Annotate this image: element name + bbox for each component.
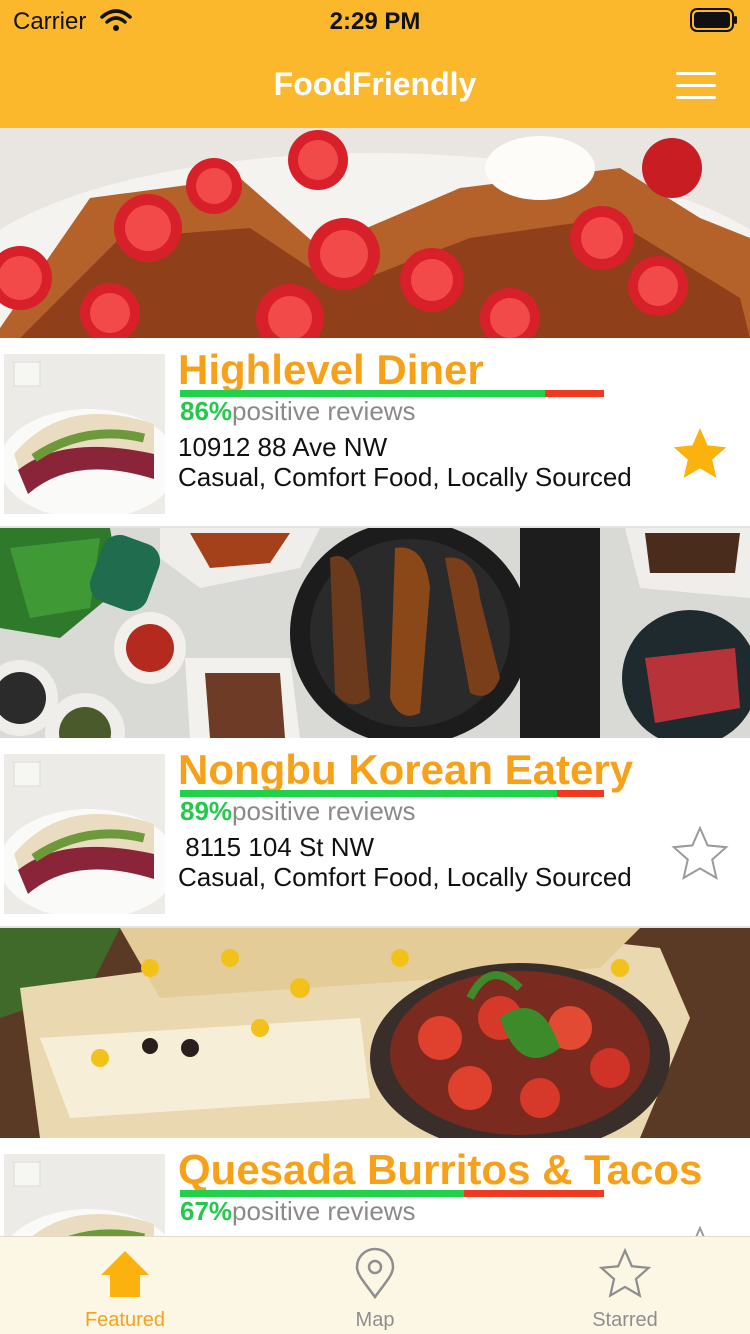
restaurant-tags: Casual, Comfort Food, Locally Sourced [178,462,632,492]
tab-label: Starred [592,1309,658,1331]
tab-starred[interactable]: Starred [500,1237,750,1334]
app-title: FoodFriendly [273,66,477,102]
restaurant-name: Highlevel Diner [178,346,484,393]
restaurant-info: Nongbu Korean Eatery 89%positive reviews… [0,738,750,928]
positive-reviews-label: positive reviews [232,796,416,826]
banner-image-korean-bbq [0,528,750,738]
tab-map[interactable]: Map [250,1237,500,1334]
status-time: 2:29 PM [329,8,421,35]
tab-label: Featured [84,1309,166,1331]
positive-percent: 67% [180,1196,233,1226]
battery-icon [690,8,737,32]
restaurant-tags: Casual, Comfort Food, Locally Sourced [178,862,632,892]
positive-reviews-label: positive reviews [232,1196,416,1226]
app-header: Carrier 2:29 PM FoodFriendly [0,0,750,128]
restaurant-name: Nongbu Korean Eatery [178,746,634,793]
restaurant-card[interactable]: Nongbu Korean Eatery 89%positive reviews… [0,528,750,928]
tab-label: Map [355,1309,395,1331]
map-pin-icon [355,1247,395,1300]
positive-reviews-label: positive reviews [232,396,416,426]
review-summary: 89%positive reviews [180,796,416,827]
review-summary: 86%positive reviews [180,396,416,427]
banner-image-quesadilla [0,928,750,1138]
restaurant-name: Quesada Burritos & Tacos [178,1146,703,1193]
restaurant-thumbnail [4,754,165,914]
hamburger-menu-icon[interactable] [676,70,720,100]
star-outline-icon [598,1247,652,1298]
banner-image-french-toast [0,128,750,338]
restaurant-address: 8115 104 St NW [178,832,375,862]
status-bar: Carrier 2:29 PM [0,0,750,42]
restaurant-info: Quesada Burritos & Tacos 67%positive rev… [0,1138,750,1236]
review-summary: 67%positive reviews [180,1196,416,1227]
restaurant-card[interactable]: Quesada Burritos & Tacos 67%positive rev… [0,928,750,1236]
positive-percent: 89% [180,796,233,826]
restaurant-feed[interactable]: Highlevel Diner 86%positive reviews 1091… [0,128,750,1236]
tab-featured[interactable]: Featured [0,1237,250,1334]
restaurant-info: Highlevel Diner 86%positive reviews 1091… [0,338,750,528]
star-filled-icon[interactable] [670,424,730,484]
tab-bar: Featured Map Starred [0,1236,750,1334]
home-icon [101,1251,149,1297]
star-outline-icon[interactable] [670,824,730,884]
restaurant-thumbnail [4,1154,165,1236]
restaurant-thumbnail [4,354,165,514]
restaurant-card[interactable]: Highlevel Diner 86%positive reviews 1091… [0,128,750,528]
positive-percent: 86% [180,396,233,426]
star-outline-icon[interactable] [670,1224,730,1236]
restaurant-address: 10912 88 Ave NW [178,432,388,462]
